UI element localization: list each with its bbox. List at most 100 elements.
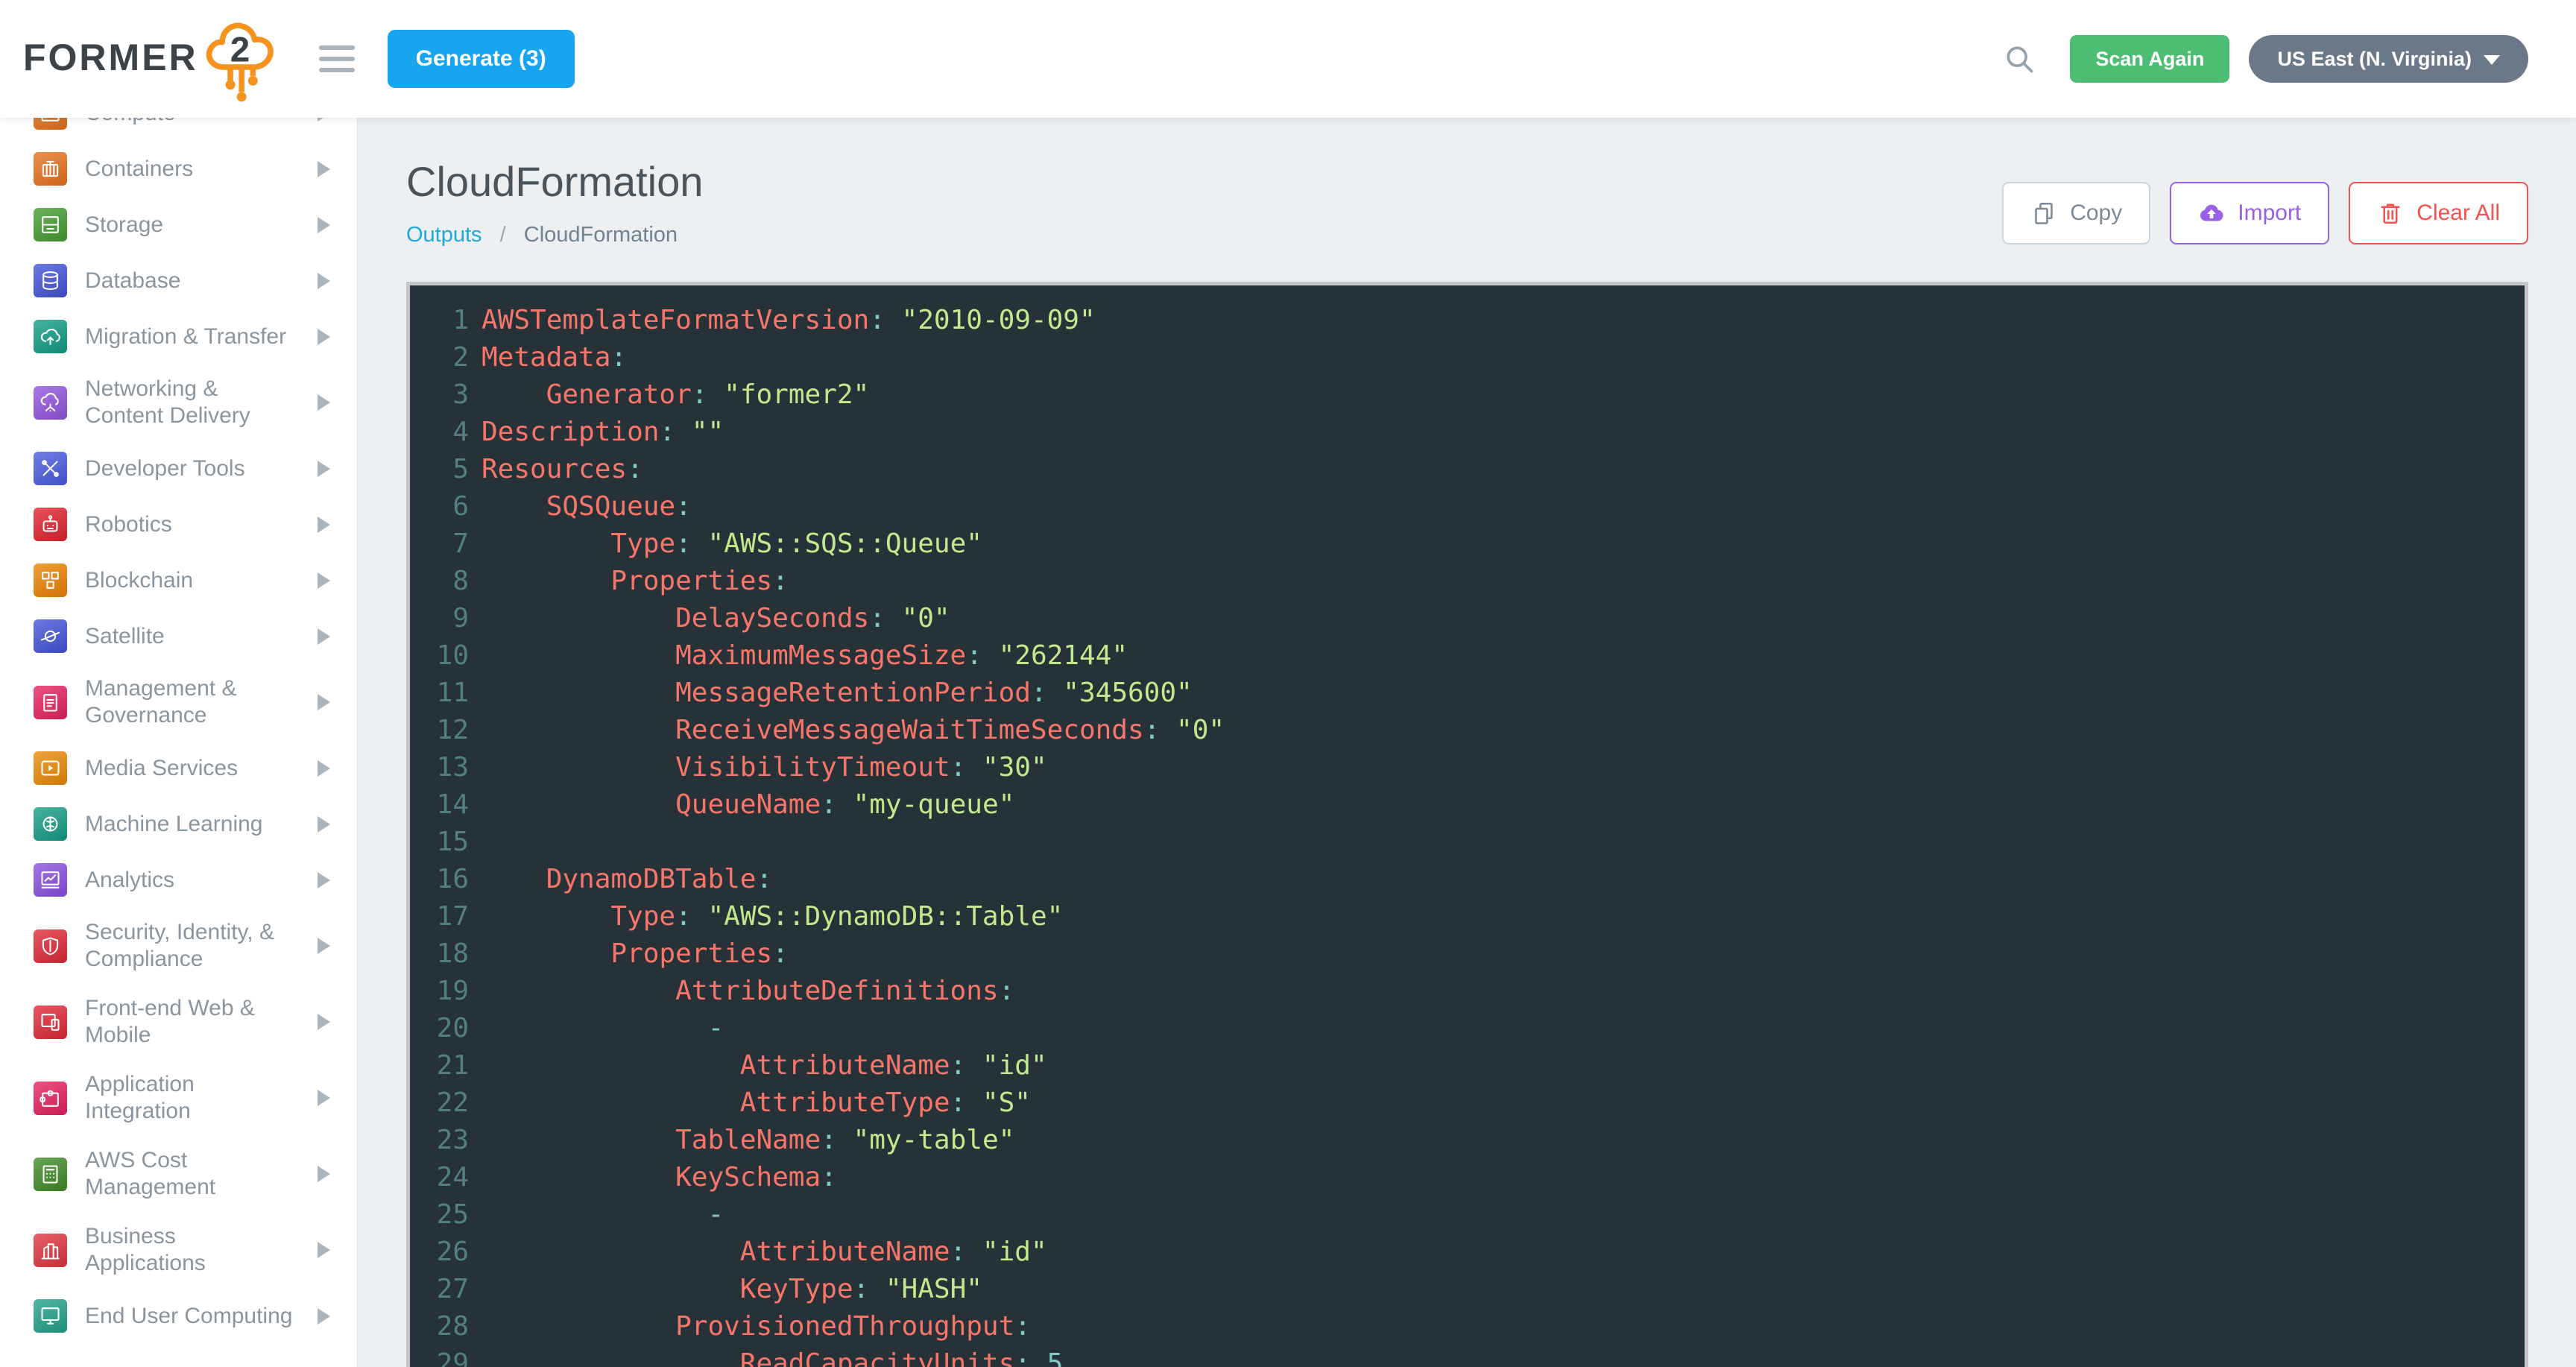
- chevron-right-icon: [318, 872, 330, 888]
- code-line: 6 SQSQueue:: [410, 488, 2525, 525]
- code-text: DynamoDBTable:: [469, 861, 772, 898]
- app-header: FORMER 2 Generate (3) Scan Again US East…: [0, 0, 2576, 118]
- building-icon: [34, 1234, 67, 1267]
- code-line: 14 QueueName: "my-queue": [410, 786, 2525, 824]
- code-line: 1AWSTemplateFormatVersion: "2010-09-09": [410, 302, 2525, 339]
- region-selector[interactable]: US East (N. Virginia): [2249, 35, 2528, 83]
- chevron-right-icon: [318, 816, 330, 833]
- drive-icon: [34, 208, 67, 241]
- line-number: 19: [410, 973, 469, 1010]
- chevron-right-icon: [318, 273, 330, 289]
- code-text: -: [469, 1010, 724, 1047]
- scan-again-button[interactable]: Scan Again: [2070, 35, 2229, 83]
- sidebar-item-label: Networking & Content Delivery: [85, 376, 300, 429]
- code-line: 12 ReceiveMessageWaitTimeSeconds: "0": [410, 712, 2525, 749]
- sidebar-item-label: Compute: [85, 118, 300, 127]
- code-line: 4Description: "": [410, 414, 2525, 451]
- sidebar-item-compute[interactable]: Compute: [0, 118, 357, 141]
- chevron-right-icon: [318, 1014, 330, 1030]
- sidebar-item-business[interactable]: Business Applications: [0, 1212, 357, 1288]
- sidebar-item-end-user-computing[interactable]: End User Computing: [0, 1288, 357, 1344]
- sidebar-item-machine-learning[interactable]: Machine Learning: [0, 796, 357, 852]
- clipboard-icon: [34, 686, 67, 719]
- import-button[interactable]: Import: [2170, 182, 2329, 244]
- code-editor[interactable]: 1AWSTemplateFormatVersion: "2010-09-09"2…: [406, 282, 2528, 1367]
- copy-button[interactable]: Copy: [2002, 182, 2150, 244]
- code-line: 2Metadata:: [410, 339, 2525, 376]
- generate-button[interactable]: Generate (3): [388, 30, 575, 88]
- code-line: 21 AttributeName: "id": [410, 1047, 2525, 1085]
- sidebar-item-robotics[interactable]: Robotics: [0, 496, 357, 552]
- chevron-right-icon: [318, 694, 330, 710]
- tools-icon: [34, 452, 67, 485]
- sidebar-item-database[interactable]: Database: [0, 253, 357, 309]
- line-number: 25: [410, 1196, 469, 1234]
- page-head: CloudFormation Outputs / CloudFormation …: [406, 158, 2528, 247]
- sidebar-nav: Compute Containers Storage DatabaseMigratio…: [0, 118, 357, 1344]
- sidebar-item-aws-cost[interactable]: AWS Cost Management: [0, 1136, 357, 1212]
- puzzle-icon: [34, 1082, 67, 1115]
- robot-icon: [34, 508, 67, 541]
- sidebar-item-label: Satellite: [85, 623, 300, 650]
- code-text: KeyType: "HASH": [469, 1271, 982, 1308]
- code-text: AttributeDefinitions:: [469, 973, 1014, 1010]
- media-icon: [34, 751, 67, 785]
- code-text: Resources:: [469, 451, 643, 488]
- caret-down-icon: [2484, 55, 2500, 65]
- code-line: 18 Properties:: [410, 935, 2525, 973]
- menu-toggle-button[interactable]: [312, 38, 362, 80]
- container-icon: [34, 152, 67, 186]
- code-line: 28 ProvisionedThroughput:: [410, 1308, 2525, 1345]
- line-number: 17: [410, 898, 469, 935]
- line-number: 18: [410, 935, 469, 973]
- sidebar-item-blockchain[interactable]: Blockchain: [0, 552, 357, 608]
- code-text: ReadCapacityUnits: 5: [469, 1345, 1063, 1367]
- code-line: 5Resources:: [410, 451, 2525, 488]
- line-number: 21: [410, 1047, 469, 1085]
- chevron-right-icon: [318, 461, 330, 477]
- search-icon[interactable]: [2003, 42, 2036, 75]
- sidebar-item-label: Blockchain: [85, 567, 300, 594]
- chevron-right-icon: [318, 161, 330, 177]
- code-line: 24 KeySchema:: [410, 1159, 2525, 1196]
- breadcrumb-link-outputs[interactable]: Outputs: [406, 223, 482, 247]
- sidebar-item-management[interactable]: Management & Governance: [0, 664, 357, 740]
- chevron-right-icon: [318, 938, 330, 954]
- code-text: Metadata:: [469, 339, 627, 376]
- sidebar-item-networking[interactable]: Networking & Content Delivery: [0, 364, 357, 441]
- code-text: AttributeName: "id": [469, 1234, 1047, 1271]
- sidebar-item-label: Machine Learning: [85, 811, 300, 838]
- server-icon: [34, 118, 67, 130]
- sidebar-item-storage[interactable]: Storage: [0, 197, 357, 253]
- sidebar-item-satellite[interactable]: Satellite: [0, 608, 357, 664]
- sidebar-item-front-end-web[interactable]: Front-end Web & Mobile: [0, 984, 357, 1060]
- line-number: 10: [410, 637, 469, 675]
- chevron-right-icon: [318, 1242, 330, 1258]
- line-number: 12: [410, 712, 469, 749]
- brand-logo[interactable]: FORMER 2: [23, 10, 280, 107]
- brain-icon: [34, 807, 67, 841]
- sidebar-item-application[interactable]: Application Integration: [0, 1060, 357, 1136]
- sidebar-item-migration-transfer[interactable]: Migration & Transfer: [0, 309, 357, 364]
- code-text: TableName: "my-table": [469, 1122, 1014, 1159]
- cloud-upload-icon: [2198, 200, 2225, 227]
- devices-icon: [34, 1005, 67, 1039]
- clear-all-button[interactable]: Clear All: [2349, 182, 2528, 244]
- sidebar-item-label: Management & Governance: [85, 675, 300, 729]
- page-title: CloudFormation: [406, 158, 703, 206]
- sidebar-item-media-services[interactable]: Media Services: [0, 740, 357, 796]
- breadcrumb-current: CloudFormation: [524, 223, 678, 247]
- sidebar-item-security-identity[interactable]: Security, Identity, & Compliance: [0, 908, 357, 984]
- sidebar-item-developer-tools[interactable]: Developer Tools: [0, 441, 357, 496]
- main-content: CloudFormation Outputs / CloudFormation …: [358, 118, 2576, 1367]
- sidebar-item-label: Storage: [85, 212, 300, 239]
- code-line: 16 DynamoDBTable:: [410, 861, 2525, 898]
- line-number: 1: [410, 302, 469, 339]
- brand-cloud-icon: 2: [200, 16, 280, 107]
- sidebar-item-analytics[interactable]: Analytics: [0, 852, 357, 908]
- sidebar-item-containers[interactable]: Containers: [0, 141, 357, 197]
- line-number: 23: [410, 1122, 469, 1159]
- line-number: 8: [410, 563, 469, 600]
- sidebar-item-label: Application Integration: [85, 1071, 300, 1125]
- code-text: SQSQueue:: [469, 488, 692, 525]
